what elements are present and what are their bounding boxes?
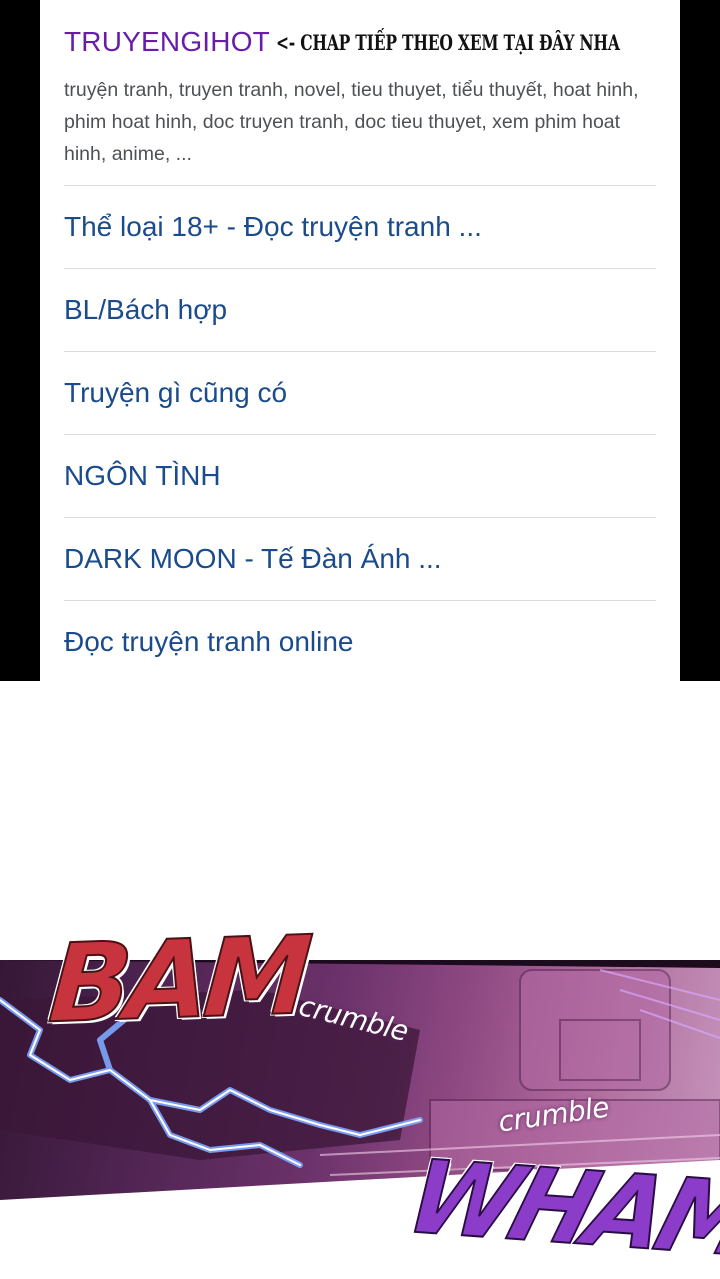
sitelink-ngon-tinh[interactable]: NGÔN TÌNH (64, 434, 656, 517)
sitelinks-list: Thể loại 18+ - Đọc truyện tranh ... BL/B… (64, 185, 656, 682)
result-snippet: truyện tranh, truyen tranh, novel, tieu … (64, 79, 639, 165)
result-title-link[interactable]: TRUYENGIHOT (64, 26, 270, 58)
sfx-wham: WHAM (394, 1137, 720, 1279)
sitelink-the-loai-18[interactable]: Thể loại 18+ - Đọc truyện tranh ... (64, 185, 656, 268)
promo-annotation: <- CHAP TIẾP THEO XEM TẠI ĐÂY NHA (275, 29, 620, 55)
result-title-row: TRUYENGIHOT <- CHAP TIẾP THEO XEM TẠI ĐÂ… (64, 22, 664, 62)
sfx-bam: BAM (44, 913, 311, 1049)
screenshot-frame: TRUYENGIHOT <- CHAP TIẾP THEO XEM TẠI ĐÂ… (0, 0, 720, 681)
search-result-card: TRUYENGIHOT <- CHAP TIẾP THEO XEM TẠI ĐÂ… (40, 0, 680, 681)
sitelink-doc-truyen-online[interactable]: Đọc truyện tranh online (64, 600, 656, 682)
sitelink-dark-moon[interactable]: DARK MOON - Tế Đàn Ánh ... (64, 517, 656, 600)
sitelink-bl-bach-hop[interactable]: BL/Bách hợp (64, 268, 656, 351)
sitelink-truyen-gi-cung-co[interactable]: Truyện gì cũng có (64, 351, 656, 434)
